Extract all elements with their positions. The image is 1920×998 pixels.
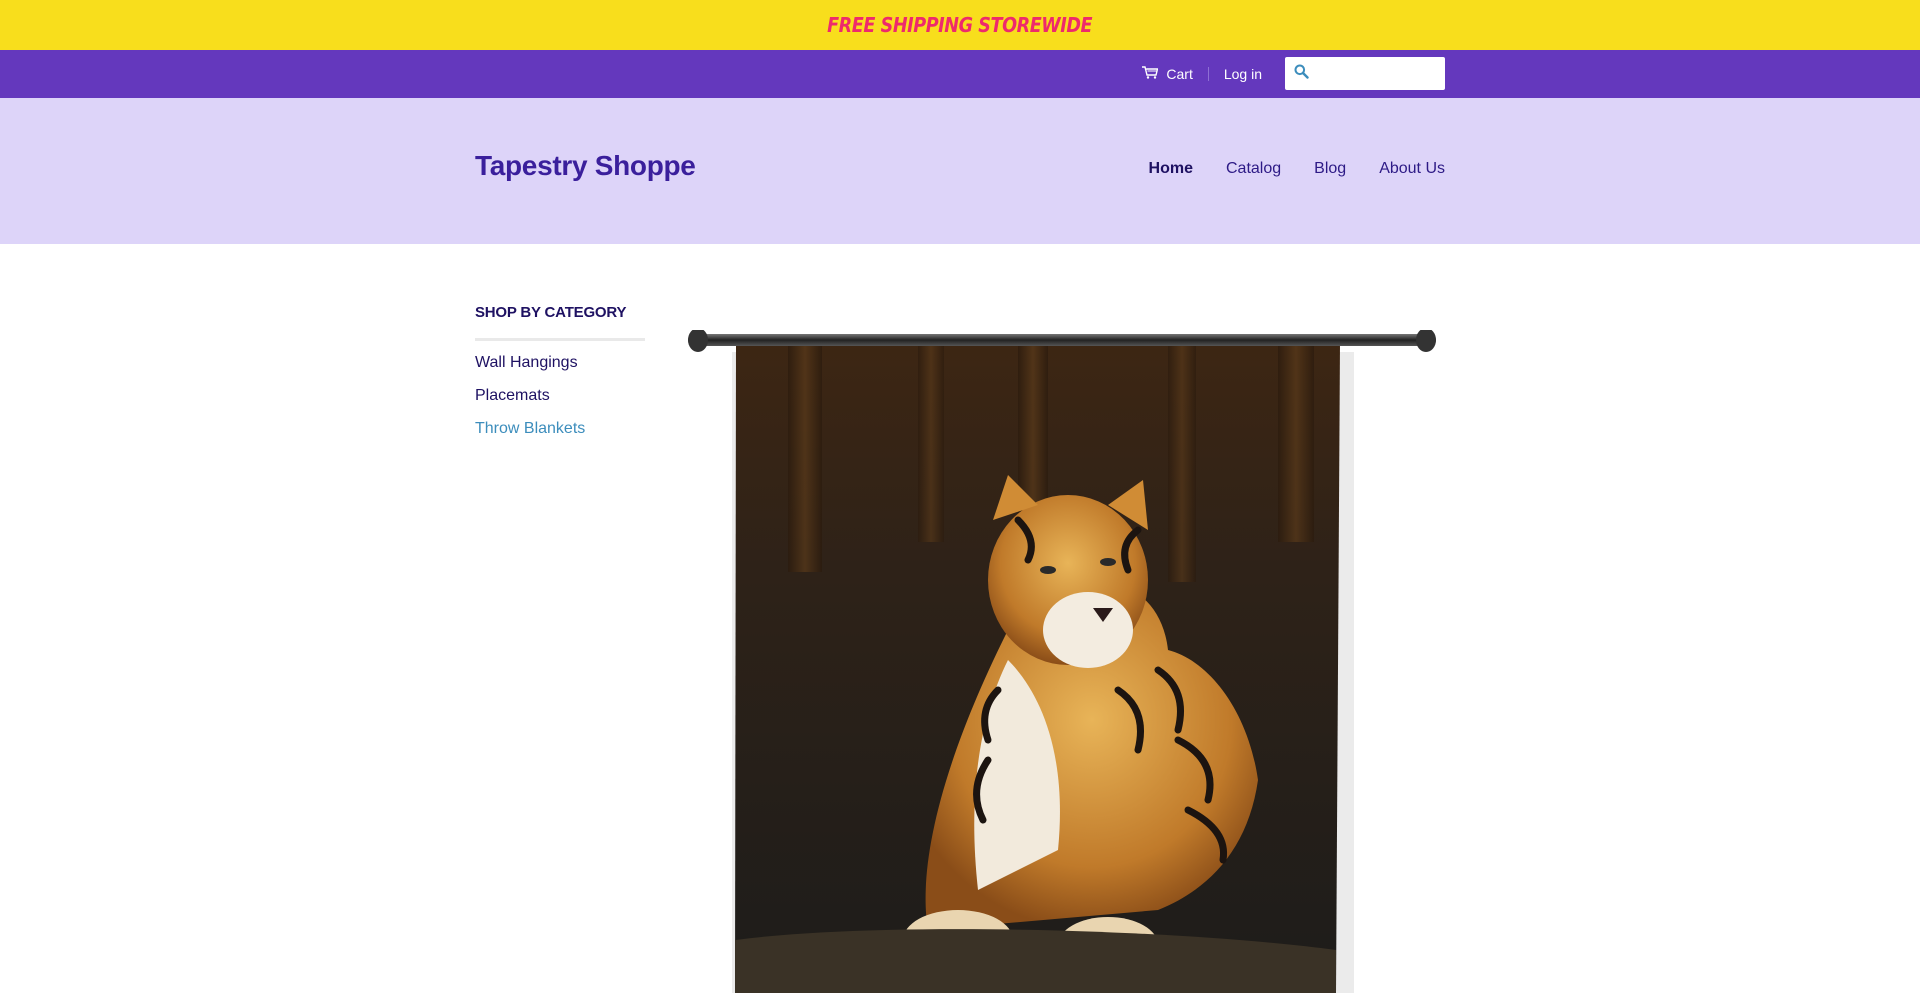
top-bar-links: Cart Log in: [1142, 57, 1445, 90]
sidebar-title: SHOP BY CATEGORY: [475, 304, 645, 341]
tiger-tapestry-image[interactable]: [688, 328, 1436, 998]
nav-home[interactable]: Home: [1149, 160, 1193, 178]
sidebar-item-throw-blankets[interactable]: Throw Blankets: [475, 419, 645, 452]
nav-blog[interactable]: Blog: [1314, 160, 1346, 178]
site-header: Tapestry Shoppe Home Catalog Blog About …: [0, 98, 1920, 244]
top-bar: Cart Log in: [0, 50, 1920, 98]
cart-label: Cart: [1166, 65, 1193, 82]
category-sidebar: SHOP BY CATEGORY Wall Hangings Placemats…: [475, 304, 645, 452]
cart-link[interactable]: Cart: [1142, 65, 1193, 82]
cart-icon: [1142, 65, 1166, 82]
sidebar-item-placemats[interactable]: Placemats: [475, 386, 645, 419]
promo-text: Free Shipping Storewide: [827, 13, 1093, 37]
search-box: [1285, 57, 1445, 90]
search-icon[interactable]: [1294, 64, 1309, 84]
main-nav: Home Catalog Blog About Us: [1116, 160, 1445, 178]
login-link[interactable]: Log in: [1224, 66, 1262, 82]
nav-about-us[interactable]: About Us: [1379, 160, 1445, 178]
nav-catalog[interactable]: Catalog: [1226, 160, 1281, 178]
search-input[interactable]: [1315, 58, 1439, 89]
sidebar-item-wall-hangings[interactable]: Wall Hangings: [475, 353, 645, 386]
category-list: Wall Hangings Placemats Throw Blankets: [475, 353, 645, 452]
divider: [1207, 66, 1209, 81]
site-logo[interactable]: Tapestry Shoppe: [475, 150, 696, 182]
promo-banner: Free Shipping Storewide: [0, 0, 1920, 50]
